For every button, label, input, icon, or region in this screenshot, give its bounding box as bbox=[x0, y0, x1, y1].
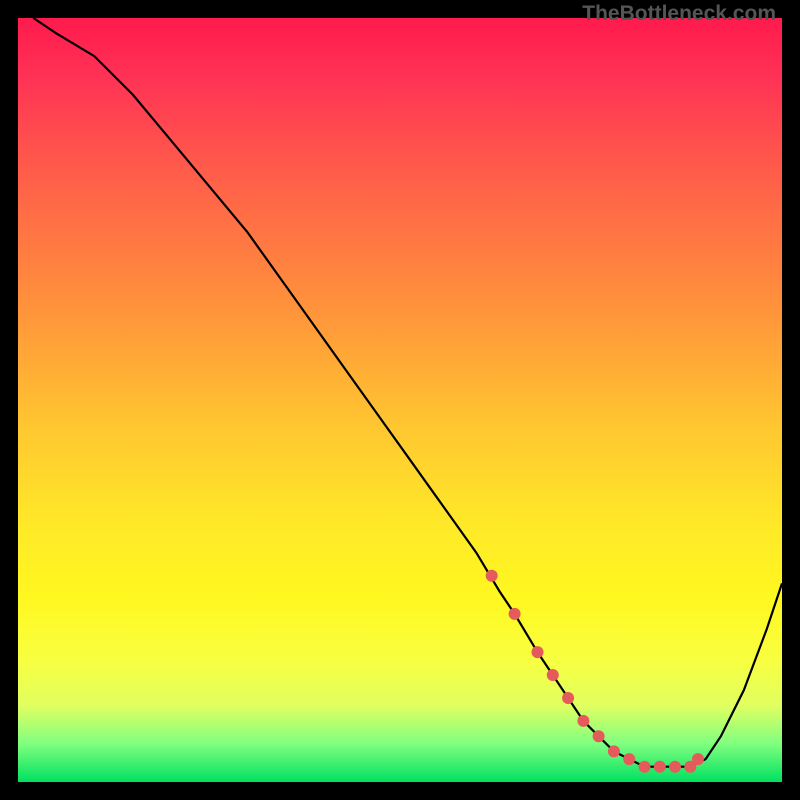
marker-dot bbox=[593, 730, 605, 742]
chart-svg bbox=[18, 18, 782, 782]
marker-dot bbox=[509, 608, 521, 620]
plot-area bbox=[18, 18, 782, 782]
marker-dot bbox=[692, 753, 704, 765]
marker-dot bbox=[654, 761, 666, 773]
marker-dot bbox=[669, 761, 681, 773]
curve-line bbox=[33, 18, 782, 767]
marker-dot bbox=[639, 761, 651, 773]
marker-dot bbox=[608, 745, 620, 757]
marker-dot bbox=[486, 570, 498, 582]
marker-dot bbox=[623, 753, 635, 765]
marker-dot bbox=[577, 715, 589, 727]
marker-group bbox=[486, 570, 704, 773]
marker-dot bbox=[547, 669, 559, 681]
watermark-text: TheBottleneck.com bbox=[582, 2, 776, 26]
marker-dot bbox=[562, 692, 574, 704]
marker-dot bbox=[532, 646, 544, 658]
